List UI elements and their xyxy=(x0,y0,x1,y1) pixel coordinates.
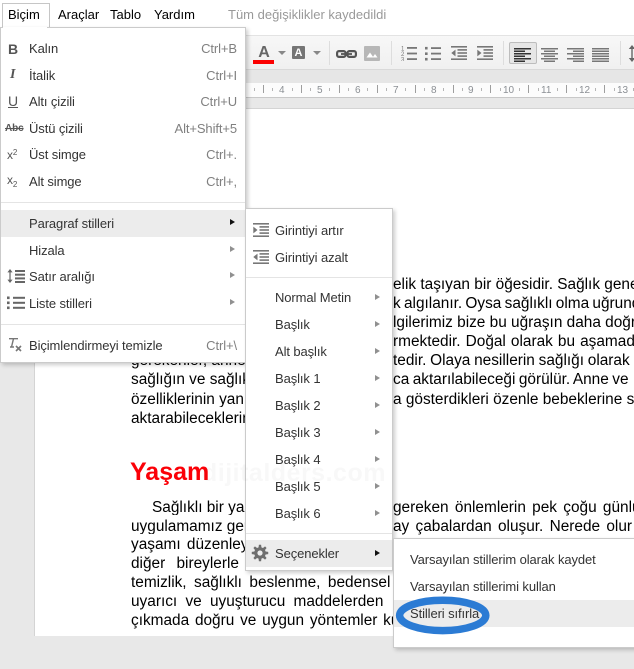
svg-text:3: 3 xyxy=(401,57,405,61)
